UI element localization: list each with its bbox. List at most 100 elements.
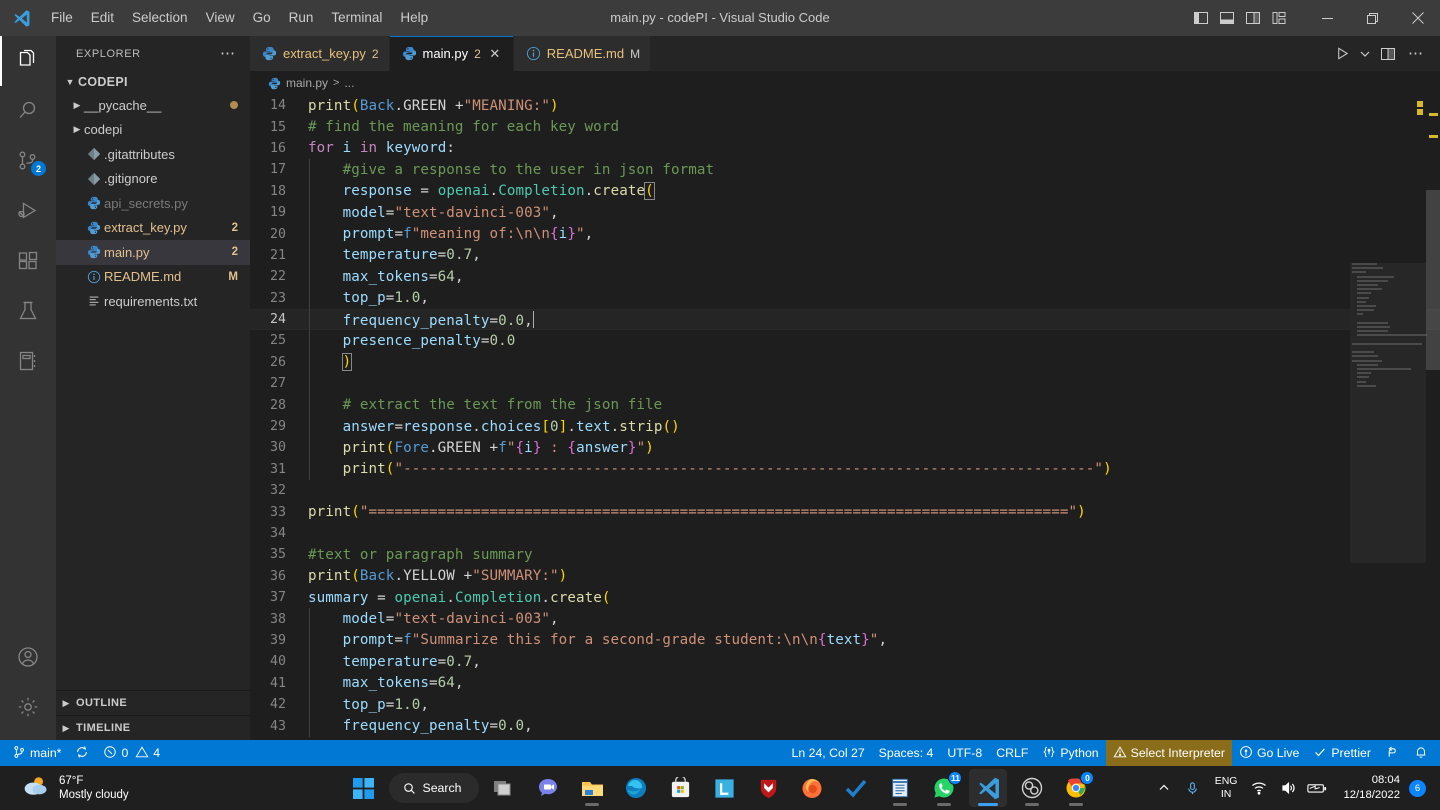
tab-main-py[interactable]: main.py 2 ✕	[389, 36, 514, 71]
clock[interactable]: 08:04 12/18/2022	[1333, 773, 1406, 802]
code-line[interactable]: 28 # extract the text from the json file	[250, 394, 1440, 416]
activity-search[interactable]	[0, 86, 56, 136]
menu-view[interactable]: View	[197, 0, 244, 36]
run-python-file-icon[interactable]	[1330, 42, 1354, 66]
code-line[interactable]: 14 print(Back.GREEN +"MEANING:")	[250, 95, 1440, 116]
section-outline[interactable]: ▶ OUTLINE	[56, 690, 250, 715]
status-prettier[interactable]: Prettier	[1306, 740, 1378, 766]
code-line[interactable]: 40 temperature=0.7,	[250, 651, 1440, 673]
tree-item-readme[interactable]: README.md M	[56, 265, 250, 290]
status-go-live[interactable]: Go Live	[1232, 740, 1306, 766]
tree-item-main-py[interactable]: main.py 2	[56, 240, 250, 265]
code-line[interactable]: 43 frequency_penalty=0.0,	[250, 715, 1440, 737]
minimap-slider[interactable]	[1350, 263, 1426, 563]
menu-run[interactable]: Run	[280, 0, 323, 36]
activity-manage-settings[interactable]	[0, 682, 56, 732]
code-line[interactable]: 24 frequency_penalty=0.0,	[250, 308, 1440, 331]
explorer-more-actions-icon[interactable]: ⋯	[214, 45, 242, 63]
folder-root[interactable]: ▼ CODEPI	[56, 71, 250, 93]
tree-item-api-secrets[interactable]: api_secrets.py	[56, 191, 250, 216]
code-line[interactable]: 23 top_p=1.0,	[250, 287, 1440, 309]
code-line[interactable]: 17 #give a response to the user in json …	[250, 159, 1440, 181]
taskbar-microsoft-store[interactable]	[661, 769, 699, 807]
code-line[interactable]: 42 top_p=1.0,	[250, 693, 1440, 716]
code-line[interactable]: 16 for i in keyword:	[250, 138, 1440, 159]
code-line[interactable]: 32	[250, 480, 1440, 501]
customize-layout-icon[interactable]	[1267, 6, 1291, 30]
taskbar-file-explorer[interactable]	[573, 769, 611, 807]
toggle-primary-sidebar-icon[interactable]	[1189, 6, 1213, 30]
taskbar-obs-studio[interactable]	[1013, 769, 1051, 807]
taskbar-microsoft-edge[interactable]	[617, 769, 655, 807]
scrollbar-thumb[interactable]	[1426, 190, 1440, 370]
taskbar-whatsapp[interactable]: 11	[925, 769, 963, 807]
code-line[interactable]: 34	[250, 523, 1440, 544]
taskbar-task-view[interactable]	[485, 769, 523, 807]
taskbar-google-chrome[interactable]: 0	[1057, 769, 1095, 807]
code-line[interactable]: 27	[250, 373, 1440, 395]
code-line[interactable]: 36 print(Back.YELLOW +"SUMMARY:")	[250, 566, 1440, 587]
breadcrumb-symbol[interactable]: ...	[344, 76, 354, 90]
code-line[interactable]: 21 temperature=0.7,	[250, 244, 1440, 267]
code-line[interactable]: 15 # find the meaning for each key word	[250, 116, 1440, 137]
tree-item-extract-key[interactable]: extract_key.py 2	[56, 216, 250, 241]
editor-more-actions-icon[interactable]: ⋯	[1404, 42, 1428, 66]
status-branch[interactable]: main*	[0, 740, 68, 766]
breadcrumb-file[interactable]: main.py	[286, 76, 328, 90]
taskbar-notepad[interactable]	[881, 769, 919, 807]
code-line[interactable]: 19 model="text-davinci-003",	[250, 201, 1440, 224]
split-editor-icon[interactable]	[1376, 42, 1400, 66]
code-line[interactable]: 20 prompt=f"meaning of:\n\n{i}",	[250, 223, 1440, 245]
status-remote-window[interactable]	[1378, 740, 1407, 766]
activity-explorer[interactable]	[0, 36, 56, 86]
toggle-secondary-sidebar-icon[interactable]	[1241, 6, 1265, 30]
status-eol[interactable]: CRLF	[989, 740, 1035, 766]
notification-badge[interactable]: 6	[1409, 779, 1426, 797]
status-language-mode[interactable]: Python	[1035, 740, 1105, 766]
code-line[interactable]: 38 model="text-davinci-003",	[250, 608, 1440, 630]
activity-accounts[interactable]	[0, 632, 56, 682]
code-line[interactable]: 29 answer=response.choices[0].text.strip…	[250, 415, 1440, 438]
code-line[interactable]: 39 prompt=f"Summarize this for a second-…	[250, 629, 1440, 652]
run-dropdown-chevron-icon[interactable]	[1358, 42, 1372, 66]
status-indentation[interactable]: Spaces: 4	[872, 740, 941, 766]
code-line[interactable]: 26 )	[250, 351, 1440, 374]
maximize-restore-button[interactable]	[1350, 0, 1395, 36]
volume-icon[interactable]	[1275, 766, 1301, 810]
activity-testing[interactable]	[0, 286, 56, 336]
tree-item-pycache[interactable]: ▶ __pycache__	[56, 93, 250, 118]
wifi-icon[interactable]	[1246, 766, 1272, 810]
status-select-interpreter[interactable]: Select Interpreter	[1105, 740, 1232, 766]
status-sync[interactable]	[68, 740, 96, 766]
tab-readme-md[interactable]: README.md M	[513, 36, 652, 71]
status-encoding[interactable]: UTF-8	[940, 740, 989, 766]
code-line[interactable]: 22 max_tokens=64,	[250, 266, 1440, 288]
code-line[interactable]: 30 print(Fore.GREEN +f"{i} : {answer}")	[250, 437, 1440, 459]
code-line[interactable]: 31 print("------------------------------…	[250, 458, 1440, 481]
tree-item-requirements[interactable]: requirements.txt	[56, 289, 250, 314]
code-line[interactable]: 18 response = openai.Completion.create(	[250, 180, 1440, 202]
tab-extract-key-py[interactable]: extract_key.py 2	[250, 36, 390, 71]
activity-run-and-debug[interactable]	[0, 186, 56, 236]
status-problems[interactable]: 0 4	[96, 740, 167, 766]
activity-notebook[interactable]	[0, 336, 56, 386]
status-cursor-position[interactable]: Ln 24, Col 27	[785, 740, 872, 766]
code-line[interactable]: 25 presence_penalty=0.0	[250, 330, 1440, 352]
close-button[interactable]	[1395, 0, 1440, 36]
menu-help[interactable]: Help	[391, 0, 437, 36]
tab-close-icon[interactable]: ✕	[487, 46, 503, 62]
start-button-icon[interactable]	[345, 769, 383, 807]
battery-icon[interactable]	[1304, 766, 1330, 810]
status-notifications[interactable]	[1407, 740, 1440, 766]
tree-item-gitattributes[interactable]: .gitattributes	[56, 142, 250, 167]
activity-extensions[interactable]	[0, 236, 56, 286]
menu-terminal[interactable]: Terminal	[322, 0, 391, 36]
tree-item-gitignore[interactable]: .gitignore	[56, 167, 250, 192]
menu-edit[interactable]: Edit	[82, 0, 123, 36]
menu-file[interactable]: File	[42, 0, 82, 36]
show-hidden-icons-icon[interactable]	[1151, 766, 1177, 810]
taskbar-mcafee[interactable]	[749, 769, 787, 807]
taskbar-search[interactable]: Search	[388, 773, 480, 803]
taskbar-firefox[interactable]	[793, 769, 831, 807]
menu-selection[interactable]: Selection	[123, 0, 197, 36]
